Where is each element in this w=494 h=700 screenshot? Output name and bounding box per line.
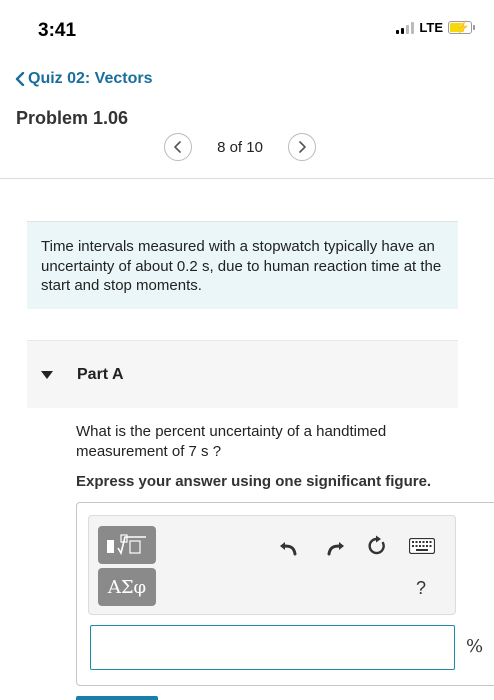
keyboard-button[interactable]: [407, 532, 437, 560]
chevron-left-icon: [15, 72, 25, 86]
chevron-right-icon: [299, 141, 306, 153]
math-templates-icon: [107, 534, 146, 556]
pager: 8 of 10: [164, 132, 316, 162]
back-link[interactable]: Quiz 02: Vectors: [14, 70, 153, 88]
math-toolbar: ΑΣφ ?: [88, 515, 456, 615]
next-problem-button[interactable]: [288, 133, 316, 161]
status-indicators: LTE ⚡: [396, 20, 475, 35]
header-divider: [0, 178, 494, 179]
battery-icon: ⚡: [448, 20, 475, 34]
chevron-left-icon: [174, 141, 181, 153]
problem-title: Problem 1.06: [16, 108, 129, 128]
undo-button[interactable]: [275, 532, 303, 560]
undo-icon: [280, 542, 297, 556]
redo-icon: [327, 542, 344, 556]
previous-problem-button[interactable]: [164, 133, 192, 161]
problem-intro: Time intervals measured with a stopwatch…: [27, 221, 458, 309]
status-time: 3:41: [38, 20, 77, 41]
reset-button[interactable]: [363, 532, 391, 560]
question-text: What is the percent uncertainty of a han…: [76, 423, 387, 460]
network-label: LTE: [419, 20, 443, 35]
unit-label: %: [466, 636, 484, 657]
templates-button[interactable]: [98, 526, 156, 564]
back-link-label: Quiz 02: Vectors: [28, 70, 153, 87]
submit-button-edge[interactable]: [76, 696, 158, 700]
signal-icon: [396, 21, 415, 34]
reset-icon: [368, 535, 385, 555]
caret-down-icon: [41, 370, 53, 379]
status-bar: 3:41 LTE ⚡: [0, 0, 494, 60]
instruction-text: Express your answer using one significan…: [76, 473, 432, 490]
part-a-header[interactable]: Part A: [27, 340, 458, 408]
keyboard-icon: [409, 538, 435, 554]
part-label: Part A: [77, 365, 124, 383]
redo-button[interactable]: [321, 532, 349, 560]
help-button[interactable]: ?: [407, 574, 435, 602]
pager-text: 8 of 10: [217, 138, 263, 156]
answer-input[interactable]: [90, 625, 455, 670]
symbols-button[interactable]: ΑΣφ: [98, 568, 156, 606]
